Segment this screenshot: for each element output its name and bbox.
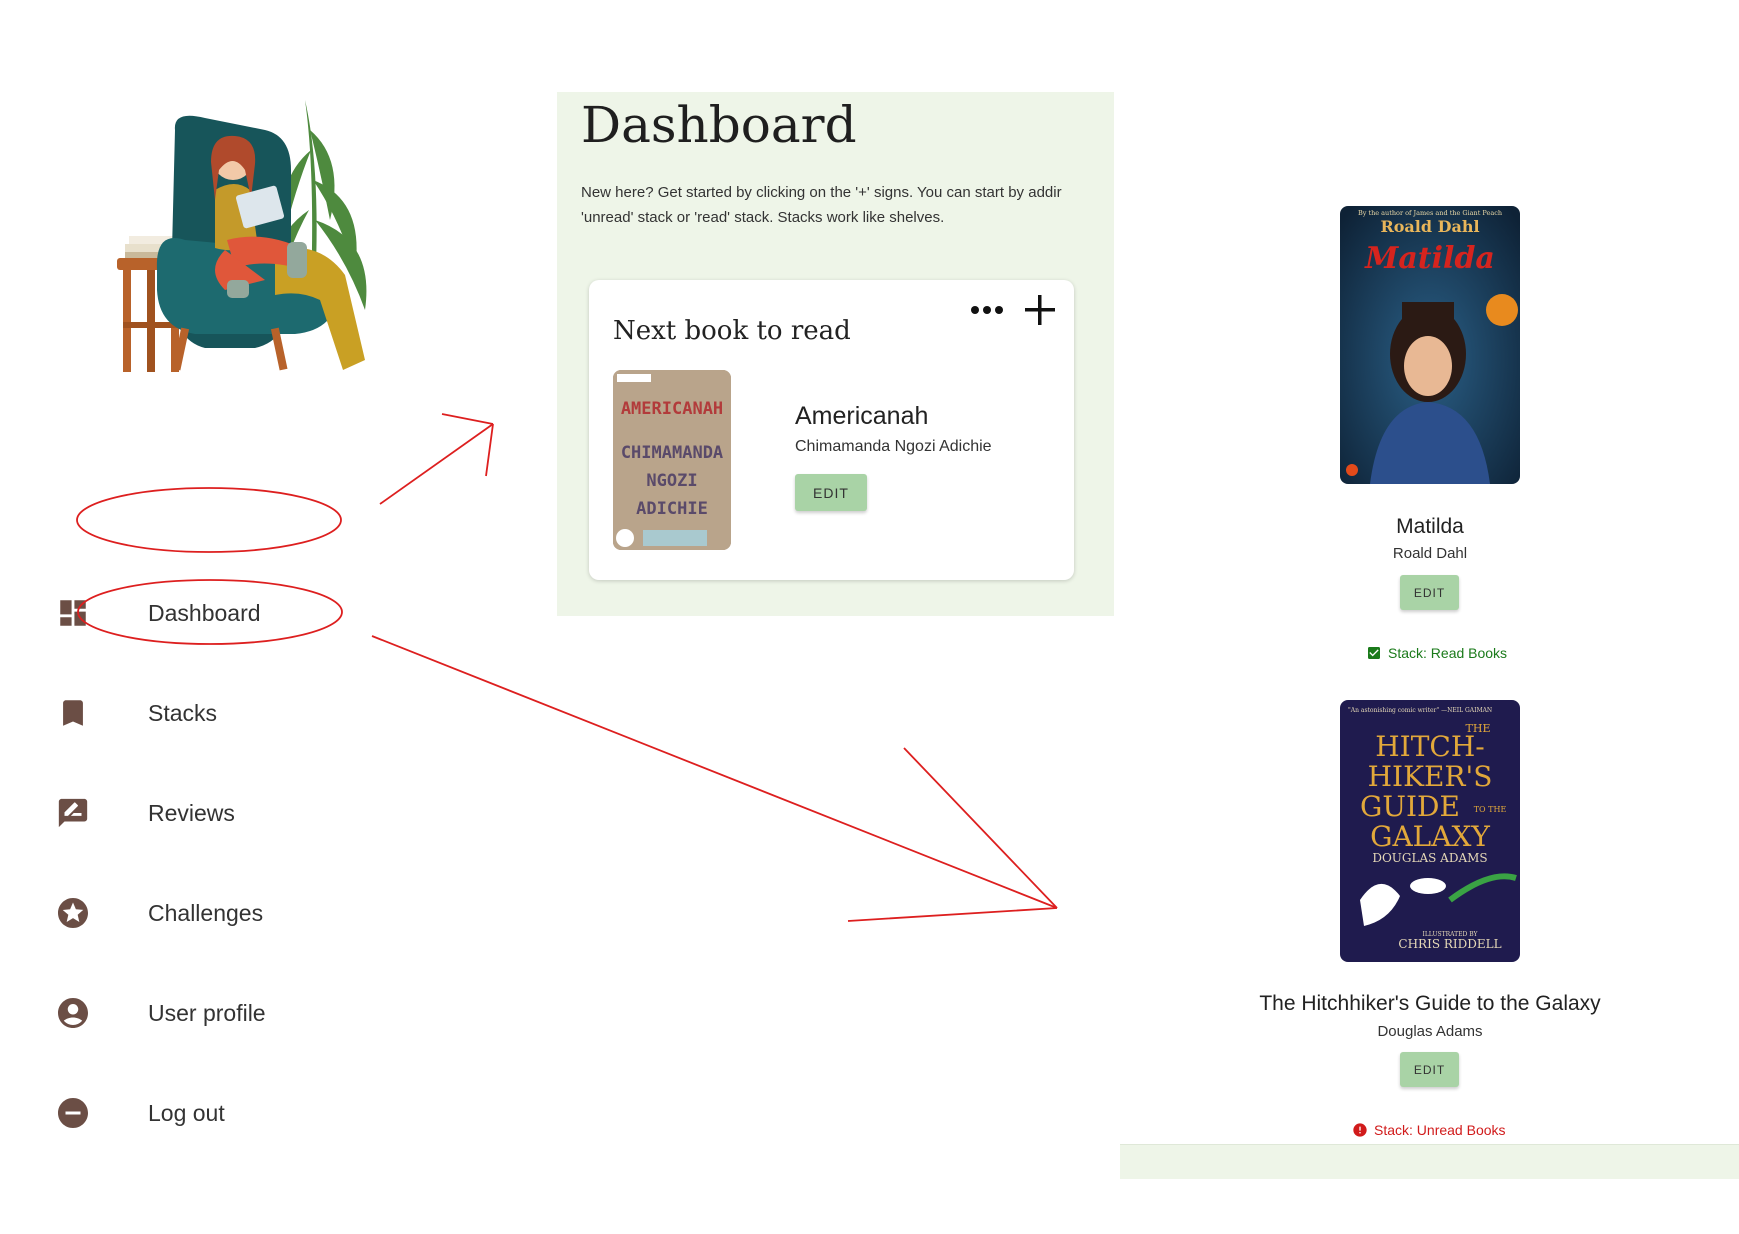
cover-text: GUIDE [1360,790,1460,823]
arrowhead [847,747,1058,922]
arrow-to-stacks [371,635,1058,909]
matilda-cover[interactable]: By the author of James and the Giant Pea… [1340,206,1520,484]
stack-label: Stack: Unread Books [1374,1122,1506,1138]
book-title: The Hitchhiker's Guide to the Galaxy [1259,992,1601,1015]
rate-review-icon [55,795,91,831]
account-circle-icon [55,995,91,1031]
bottom-strip [1120,1144,1739,1179]
star-circle-icon [55,895,91,931]
sidebar-item-challenges[interactable]: Challenges [55,888,263,938]
cover-text: ADICHIE [636,499,708,519]
add-icon[interactable] [1022,292,1058,328]
intro-line: New here? Get started by clicking on the… [581,184,1062,201]
stack-read-books: Stack: Read Books [1366,645,1507,661]
sidebar-item-label: Challenges [148,899,264,926]
intro-text: New here? Get started by clicking on the… [581,180,1114,230]
bookmark-icon [55,695,91,731]
edit-button[interactable]: EDIT [1400,575,1459,610]
cover-text: NGOZI [646,471,697,491]
sidebar-item-label: Log out [148,1099,225,1126]
arrowhead [441,413,494,477]
next-book-card: Next book to read AMERICANAH CHIMAMANDA … [589,280,1074,580]
book-title: Matilda [1396,515,1464,538]
sidebar-item-label: Dashboard [148,599,261,626]
sidebar-item-log-out[interactable]: Log out [55,1088,225,1138]
sidebar-item-label: Stacks [148,699,218,726]
cover-text: Matilda [1364,241,1495,276]
cover-text: Roald Dahl [1380,217,1479,236]
page-title: Dashboard [581,96,857,154]
cover-text: CHIMAMANDA [621,443,723,463]
book-author: Chimamanda Ngozi Adichie [795,438,992,455]
arrow-to-dashboard [379,423,494,505]
sidebar-item-label: Reviews [148,799,235,826]
americanah-cover[interactable]: AMERICANAH CHIMAMANDA NGOZI ADICHIE [613,370,731,550]
sidebar-item-label: User profile [148,999,266,1026]
sidebar-item-user-profile[interactable]: User profile [55,988,266,1038]
cover-text: HITCH- [1375,730,1484,763]
hitchhikers-guide-cover[interactable]: "An astonishing comic writer" —NEIL GAIM… [1340,700,1520,962]
intro-line: 'unread' stack or 'read' stack. Stacks w… [581,209,945,226]
card-title: Next book to read [613,316,851,346]
checkbox-checked-icon [1366,645,1382,661]
error-circle-icon [1352,1122,1368,1138]
cover-text: AMERICANAH [621,399,723,419]
cover-text: HIKER'S [1368,760,1493,793]
sidebar-item-dashboard[interactable]: Dashboard [55,588,261,638]
book-author: Douglas Adams [1377,1023,1483,1040]
minus-circle-icon [55,1095,91,1131]
edit-button[interactable]: EDIT [795,474,867,511]
cover-text: "An astonishing comic writer" —NEIL GAIM… [1348,707,1492,714]
cover-text: TO THE [1474,805,1507,814]
stack-label: Stack: Read Books [1388,645,1508,661]
cover-text: CHRIS RIDDELL [1398,937,1501,951]
more-options-icon[interactable] [967,298,1007,322]
stack-unread-books: Stack: Unread Books [1352,1122,1506,1138]
edit-button[interactable]: EDIT [1400,1052,1459,1087]
reading-woman-illustration [115,90,415,420]
cover-text: DOUGLAS ADAMS [1372,851,1487,865]
sidebar-item-stacks[interactable]: Stacks [55,688,217,738]
dashboard-highlight-ellipse [76,487,342,553]
book-title: Americanah [795,402,929,430]
cover-text: By the author of James and the Giant Pea… [1358,209,1502,217]
dashboard-panel: Dashboard New here? Get started by click… [557,92,1114,616]
sidebar-item-reviews[interactable]: Reviews [55,788,235,838]
cover-text: GALAXY [1370,820,1490,853]
book-author: Roald Dahl [1392,545,1468,562]
dashboard-icon [55,595,91,631]
